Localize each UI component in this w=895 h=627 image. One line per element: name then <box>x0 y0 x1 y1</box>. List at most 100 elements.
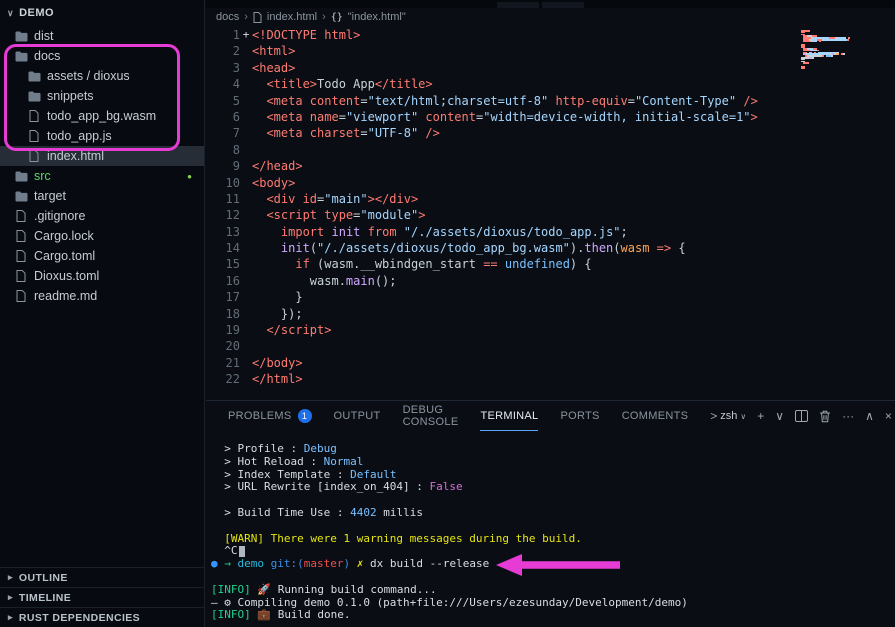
sidebar-item-cargo-toml[interactable]: Cargo.toml <box>0 246 204 266</box>
sidebar-item-docs[interactable]: docs <box>0 46 204 66</box>
line-marker <box>240 225 252 241</box>
breadcrumb-folder[interactable]: docs <box>216 11 239 23</box>
breadcrumb-symbol-label[interactable]: "index.html" <box>348 11 406 23</box>
new-terminal-button[interactable]: + <box>757 409 764 423</box>
sidebar-item-label: Cargo.lock <box>34 229 94 243</box>
code-line: 21</body> <box>206 356 895 372</box>
minimap[interactable] <box>801 30 893 70</box>
sidebar-section-timeline[interactable]: ▸TIMELINE <box>0 587 204 607</box>
sidebar-item-dist[interactable]: dist <box>0 26 204 46</box>
breadcrumb-separator-icon: › <box>322 11 326 23</box>
explorer-sidebar: ∨ DEMO dist docs assets / dioxus snippets to… <box>0 0 205 627</box>
code-line: 2<html> <box>206 44 895 60</box>
folder-icon <box>27 91 41 102</box>
code-line: 3<head> <box>206 61 895 77</box>
sidebar-item-label: docs <box>34 49 60 63</box>
line-number: 19 <box>212 323 240 339</box>
sidebar-item-snippets[interactable]: snippets <box>0 86 204 106</box>
code-area[interactable]: 1+<!DOCTYPE html>2<html>3<head>4 <title>… <box>206 26 895 389</box>
code-line: 22</html> <box>206 372 895 388</box>
file-icon <box>253 12 262 23</box>
file-icon <box>14 250 28 262</box>
chevron-down-icon: ∨ <box>740 412 746 421</box>
symbol-icon: {} <box>331 12 343 23</box>
sidebar-item--gitignore[interactable]: .gitignore <box>0 206 204 226</box>
panel-tab-terminal[interactable]: TERMINAL <box>480 401 538 431</box>
sidebar-item-dioxus-toml[interactable]: Dioxus.toml <box>0 266 204 286</box>
sidebar-section-outline[interactable]: ▸OUTLINE <box>0 567 204 587</box>
code-line: 5 <meta content="text/html;charset=utf-8… <box>206 94 895 110</box>
git-modified-dot-icon: ● <box>187 172 192 181</box>
sidebar-item-label: todo_app.js <box>47 129 112 143</box>
sidebar-section-rust-dependencies[interactable]: ▸RUST DEPENDENCIES <box>0 607 204 627</box>
line-number: 1 <box>212 28 240 44</box>
problems-badge: 1 <box>298 409 312 423</box>
close-panel-button[interactable]: × <box>885 409 892 423</box>
line-marker <box>240 241 252 257</box>
panel-tab-comments[interactable]: COMMENTS <box>622 401 689 431</box>
breadcrumb-file[interactable]: index.html <box>267 11 317 23</box>
sidebar-item-todo-app-js[interactable]: todo_app.js <box>0 126 204 146</box>
kill-terminal-button[interactable] <box>819 410 831 423</box>
split-terminal-button[interactable] <box>795 410 808 422</box>
folder-icon <box>14 31 28 42</box>
line-number: 3 <box>212 61 240 77</box>
line-number: 2 <box>212 44 240 60</box>
panel-tab-bar: PROBLEMS1 OUTPUT DEBUG CONSOLE TERMINAL PORT… <box>206 401 895 431</box>
panel-controls: > zsh ∨ + ∨ ··· ∧ × <box>710 409 892 423</box>
terminal-output[interactable]: > Profile : Debug > Hot Reload : Normal … <box>206 431 895 627</box>
folder-icon <box>14 171 28 182</box>
sidebar-item-label: todo_app_bg.wasm <box>47 109 156 123</box>
code-line: 8 <box>206 143 895 159</box>
terminal-line: > Build Time Use : 4402 millis <box>211 507 895 520</box>
shell-selector[interactable]: > zsh ∨ <box>710 409 746 423</box>
code-line: 20 <box>206 339 895 355</box>
panel-tab-output[interactable]: OUTPUT <box>334 401 381 431</box>
line-marker <box>240 339 252 355</box>
code-line: 11 <div id="main"></div> <box>206 192 895 208</box>
code-editor[interactable]: 1+<!DOCTYPE html>2<html>3<head>4 <title>… <box>206 26 895 400</box>
code-line: 18 }); <box>206 307 895 323</box>
sidebar-item-label: Dioxus.toml <box>34 269 99 283</box>
line-marker <box>240 307 252 323</box>
more-actions-button[interactable]: ··· <box>842 409 854 423</box>
minimap-line <box>801 68 893 70</box>
panel-tab-debug-console[interactable]: DEBUG CONSOLE <box>403 401 459 431</box>
sidebar-item-todo-app-bg-wasm[interactable]: todo_app_bg.wasm <box>0 106 204 126</box>
sidebar-item-label: src <box>34 169 51 183</box>
code-line: 9</head> <box>206 159 895 175</box>
code-line: 17 } <box>206 290 895 306</box>
file-icon <box>27 110 41 122</box>
code-line: 15 if (wasm.__wbindgen_start == undefine… <box>206 257 895 273</box>
line-number: 6 <box>212 110 240 126</box>
explorer-section-header[interactable]: ∨ DEMO <box>0 0 204 26</box>
file-icon <box>14 290 28 302</box>
line-marker: + <box>240 28 252 44</box>
terminal-line: ● → demo git:(master) ✗ dx build --relea… <box>211 558 895 571</box>
line-number: 8 <box>212 143 240 159</box>
editor-tab-strip <box>206 0 895 8</box>
line-marker <box>240 159 252 175</box>
code-line: 16 wasm.main(); <box>206 274 895 290</box>
line-marker <box>240 208 252 224</box>
code-line: 1+<!DOCTYPE html> <box>206 28 895 44</box>
sidebar-item-assets-dioxus[interactable]: assets / dioxus <box>0 66 204 86</box>
line-marker <box>240 257 252 273</box>
sidebar-bottom-sections: ▸OUTLINE▸TIMELINE▸RUST DEPENDENCIES <box>0 567 204 627</box>
panel-tab-label: OUTPUT <box>334 410 381 422</box>
sidebar-item-label: assets / dioxus <box>47 69 130 83</box>
maximize-panel-button[interactable]: ∧ <box>865 409 874 423</box>
panel-tab-problems[interactable]: PROBLEMS1 <box>228 401 312 431</box>
panel-tab-ports[interactable]: PORTS <box>560 401 599 431</box>
code-line: 13 import init from "/./assets/dioxus/to… <box>206 225 895 241</box>
line-marker <box>240 61 252 77</box>
sidebar-item-cargo-lock[interactable]: Cargo.lock <box>0 226 204 246</box>
sidebar-item-index-html[interactable]: index.html <box>0 146 204 166</box>
sidebar-item-readme-md[interactable]: readme.md <box>0 286 204 306</box>
sidebar-item-target[interactable]: target <box>0 186 204 206</box>
line-number: 20 <box>212 339 240 355</box>
line-marker <box>240 274 252 290</box>
sidebar-item-src[interactable]: src ● <box>0 166 204 186</box>
terminal-dropdown-button[interactable]: ∨ <box>775 409 784 423</box>
shell-label: zsh <box>720 410 737 422</box>
